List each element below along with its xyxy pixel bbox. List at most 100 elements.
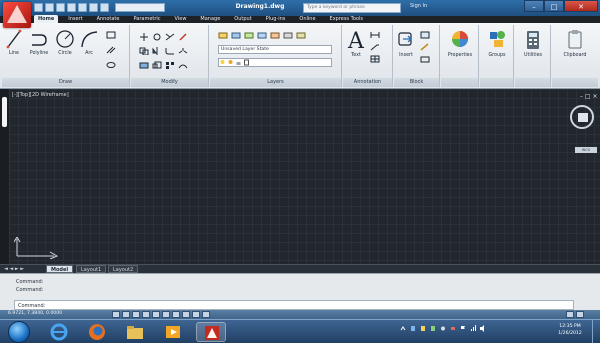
offset-icon[interactable] [178, 61, 188, 69]
clipboard-tool[interactable]: Clipboard [556, 29, 594, 58]
save-as-icon[interactable] [67, 3, 76, 12]
erase-icon[interactable] [178, 33, 188, 41]
grid-display-toggle[interactable] [122, 311, 130, 318]
properties-tool[interactable]: Properties [443, 29, 477, 58]
plot-icon[interactable] [78, 3, 87, 12]
groups-tool[interactable]: Groups [482, 29, 512, 58]
attribute-icon[interactable] [420, 55, 430, 63]
layer-isolate-icon[interactable] [244, 31, 254, 39]
transparency-toggle[interactable] [202, 311, 210, 318]
dynamic-input-toggle[interactable] [182, 311, 190, 318]
rectangle-icon[interactable] [106, 31, 116, 39]
explode-icon[interactable] [178, 47, 188, 55]
viewcube[interactable] [570, 105, 594, 129]
mirror-icon[interactable] [152, 47, 162, 55]
internet-explorer-icon[interactable] [44, 322, 74, 342]
maximize-button[interactable]: □ [544, 0, 564, 12]
undo-icon[interactable] [89, 3, 98, 12]
utilities-panel-title[interactable] [515, 78, 550, 87]
utilities-tool[interactable]: Utilities [517, 29, 549, 58]
layers-panel-title[interactable]: Layers [210, 78, 341, 87]
application-menu-button[interactable] [3, 2, 31, 28]
tray-arrow-icon[interactable] [400, 325, 406, 332]
trim-icon[interactable] [165, 33, 175, 41]
groups-panel-title[interactable] [480, 78, 513, 87]
copy-icon[interactable] [139, 47, 149, 55]
tray-app-icon[interactable] [440, 325, 446, 332]
object-snap-tracking-toggle[interactable] [162, 311, 170, 318]
dynamic-ucs-toggle[interactable] [172, 311, 180, 318]
layer-off-icon[interactable] [231, 31, 241, 39]
line-tool[interactable]: Line [4, 29, 24, 56]
ortho-mode-toggle[interactable] [132, 311, 140, 318]
clean-screen-icon[interactable] [576, 311, 584, 318]
move-icon[interactable] [139, 33, 149, 41]
command-input[interactable]: Command: [14, 300, 574, 310]
create-block-icon[interactable] [420, 31, 430, 39]
network-icon[interactable] [470, 325, 476, 332]
arc-tool[interactable]: Arc [78, 29, 100, 56]
table-icon[interactable] [370, 55, 380, 63]
workspace-switcher[interactable] [115, 3, 165, 12]
snap-mode-toggle[interactable] [112, 311, 120, 318]
properties-panel-title[interactable] [441, 78, 478, 87]
tab-layout2[interactable]: Layout2 [108, 265, 139, 273]
object-snap-toggle[interactable] [152, 311, 160, 318]
layout-navigation-arrows[interactable]: ◄ ◄ ► ► [4, 266, 24, 272]
side-panel-handle[interactable] [2, 97, 7, 127]
circle-tool[interactable]: Circle [54, 29, 76, 56]
tray-app-icon[interactable] [420, 325, 426, 332]
autocad-taskbar-icon[interactable] [196, 322, 226, 342]
action-center-flag-icon[interactable] [460, 325, 466, 332]
tray-app-icon[interactable] [450, 325, 456, 332]
show-desktop-button[interactable] [592, 320, 600, 343]
close-button[interactable]: ✕ [564, 0, 598, 12]
ellipse-icon[interactable] [106, 61, 116, 69]
scale-icon[interactable] [152, 61, 162, 69]
layer-match-icon[interactable] [283, 31, 293, 39]
hatch-icon[interactable] [106, 46, 116, 54]
tray-app-icon[interactable] [410, 325, 416, 332]
save-icon[interactable] [56, 3, 65, 12]
viewport-window-controls[interactable]: – □ × [580, 93, 598, 100]
tray-app-icon[interactable] [430, 325, 436, 332]
insert-tool[interactable]: Insert [396, 29, 416, 58]
modify-panel-title[interactable]: Modify [131, 78, 208, 87]
layer-previous-icon[interactable] [296, 31, 306, 39]
volume-icon[interactable] [480, 325, 486, 332]
draw-panel-title[interactable]: Draw [2, 78, 129, 87]
start-button[interactable] [8, 321, 30, 343]
stretch-icon[interactable] [139, 61, 149, 69]
taskbar-clock[interactable]: 12:35 PM 1/26/2012 [553, 323, 587, 337]
firefox-icon[interactable] [82, 322, 112, 342]
workspace-switching-icon[interactable] [566, 311, 574, 318]
lineweight-toggle[interactable] [192, 311, 200, 318]
wcs-menu[interactable]: WCS [575, 147, 597, 153]
leader-icon[interactable] [370, 43, 380, 51]
viewport-controls-label[interactable]: [-][Top][2D Wireframe] [12, 92, 69, 98]
drawing-area[interactable]: [-][Top][2D Wireframe] – □ × WCS [0, 89, 600, 264]
file-explorer-icon[interactable] [120, 322, 150, 342]
block-panel-title[interactable]: Block [394, 78, 439, 87]
polyline-tool[interactable]: Polyline [26, 29, 52, 56]
annotation-panel-title[interactable]: Annotation [343, 78, 392, 87]
clipboard-panel-title[interactable] [552, 78, 598, 87]
edit-block-icon[interactable] [420, 43, 430, 51]
polar-tracking-toggle[interactable] [142, 311, 150, 318]
redo-icon[interactable] [100, 3, 109, 12]
minimize-button[interactable]: – [524, 0, 544, 12]
text-tool[interactable]: A Text [345, 29, 367, 58]
array-icon[interactable] [165, 61, 175, 69]
media-player-icon[interactable] [158, 322, 188, 342]
fillet-icon[interactable] [165, 47, 175, 55]
viewcube-top-face[interactable] [578, 113, 588, 122]
rotate-icon[interactable] [152, 33, 162, 41]
layer-state-dropdown[interactable]: Unsaved Layer State [218, 45, 332, 54]
layer-lock-icon[interactable] [270, 31, 280, 39]
layer-properties-icon[interactable] [218, 31, 228, 39]
sign-in-link[interactable]: Sign In [410, 3, 427, 9]
open-icon[interactable] [45, 3, 54, 12]
new-icon[interactable] [34, 3, 43, 12]
layer-freeze-icon[interactable] [257, 31, 267, 39]
tab-layout1[interactable]: Layout1 [76, 265, 107, 273]
